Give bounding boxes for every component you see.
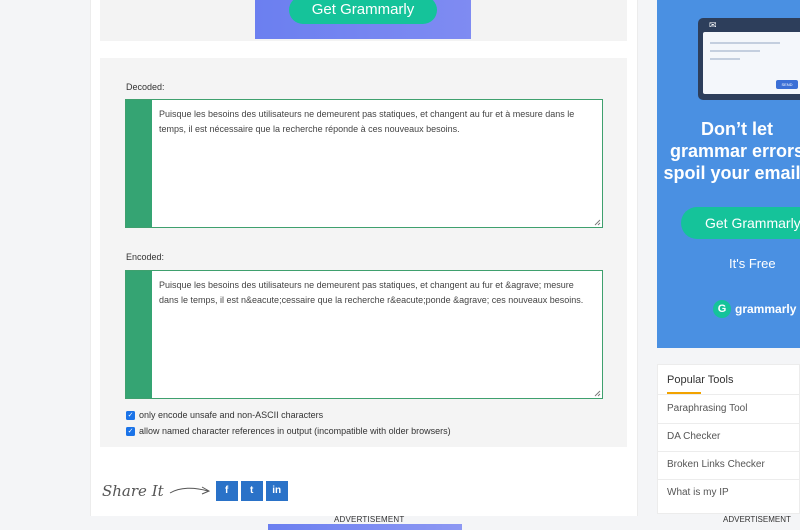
share-facebook-button[interactable]: f xyxy=(215,481,238,501)
decoded-textarea-gutter xyxy=(126,100,152,227)
email-illustration: SEND xyxy=(698,18,800,100)
get-grammarly-button-side[interactable]: Get Grammarly xyxy=(681,207,800,239)
right-advertisement-label: ADVERTISEMENT xyxy=(723,515,791,524)
share-twitter-button[interactable]: t xyxy=(240,481,263,501)
resize-grip-icon[interactable] xyxy=(593,389,601,397)
checkbox-named-references[interactable]: ✓ xyxy=(126,426,135,436)
get-grammarly-button-top[interactable]: Get Grammarly xyxy=(289,0,437,24)
divider xyxy=(658,423,799,424)
title-underline xyxy=(667,392,701,394)
its-free-text: It's Free xyxy=(729,256,776,271)
email-sheet: SEND xyxy=(703,32,800,94)
top-ad-banner[interactable]: Get Grammarly xyxy=(255,0,471,39)
html-entity-tool-panel: Decoded: Puisque les besoins des utilisa… xyxy=(100,58,627,447)
email-line xyxy=(710,58,740,60)
share-label: Share It xyxy=(102,482,164,500)
decoded-label: Decoded: xyxy=(126,82,165,92)
side-ad-headline: Don’t let grammar errors spoil your emai… xyxy=(657,118,800,184)
grammarly-logo-icon: G xyxy=(713,300,731,318)
twitter-icon: t xyxy=(249,485,254,496)
decoded-text: Puisque les besoins des utilisateurs ne … xyxy=(159,109,575,134)
decoded-textarea[interactable]: Puisque les besoins des utilisateurs ne … xyxy=(125,99,603,228)
popular-tool-link[interactable]: Broken Links Checker xyxy=(667,459,765,470)
option-unsafe-only[interactable]: ✓ only encode unsafe and non-ASCII chara… xyxy=(126,410,323,420)
grammarly-wordmark: grammarly xyxy=(735,302,797,316)
bottom-advertisement-label: ADVERTISEMENT xyxy=(334,515,405,524)
option-named-references[interactable]: ✓ allow named character references in ou… xyxy=(126,426,451,436)
email-line xyxy=(710,42,780,44)
facebook-icon: f xyxy=(224,485,229,496)
encoded-textarea-gutter xyxy=(126,271,152,398)
bottom-ad-banner[interactable] xyxy=(268,524,462,530)
side-advertisement[interactable]: SEND ✉ Don’t let grammar errors spoil yo… xyxy=(657,0,800,348)
linkedin-icon: in xyxy=(272,485,282,496)
send-icon: SEND xyxy=(776,80,798,89)
arrow-right-icon xyxy=(169,486,210,495)
divider xyxy=(658,479,799,480)
popular-tool-link[interactable]: Paraphrasing Tool xyxy=(667,403,747,414)
share-bar: Share It f t in xyxy=(102,481,291,501)
popular-tool-link[interactable]: DA Checker xyxy=(667,431,720,442)
divider xyxy=(658,451,799,452)
divider xyxy=(658,394,799,395)
encoded-label: Encoded: xyxy=(126,252,165,262)
resize-grip-icon[interactable] xyxy=(593,218,601,226)
option-named-label: allow named character references in outp… xyxy=(139,426,451,436)
popular-tools-title: Popular Tools xyxy=(667,374,734,386)
headline-line-2: grammar errors xyxy=(669,141,800,161)
encoded-textarea[interactable]: Puisque les besoins des utilisateurs ne … xyxy=(125,270,603,399)
grammarly-logo: G grammarly xyxy=(713,300,796,318)
option-unsafe-label: only encode unsafe and non-ASCII charact… xyxy=(139,410,324,420)
popular-tools-widget: Popular Tools Paraphrasing Tool DA Check… xyxy=(657,364,800,514)
headline-line-1: Don’t let xyxy=(701,119,773,139)
top-advertisement: Get Grammarly xyxy=(100,0,627,41)
popular-tool-link[interactable]: What is my IP xyxy=(667,487,729,498)
encoded-text: Puisque les besoins des utilisateurs ne … xyxy=(159,280,584,305)
share-linkedin-button[interactable]: in xyxy=(265,481,288,501)
checkbox-unsafe-only[interactable]: ✓ xyxy=(126,410,135,420)
headline-line-3: spoil your emails xyxy=(663,163,800,183)
mail-icon: ✉ xyxy=(709,20,717,30)
email-line xyxy=(710,50,760,52)
